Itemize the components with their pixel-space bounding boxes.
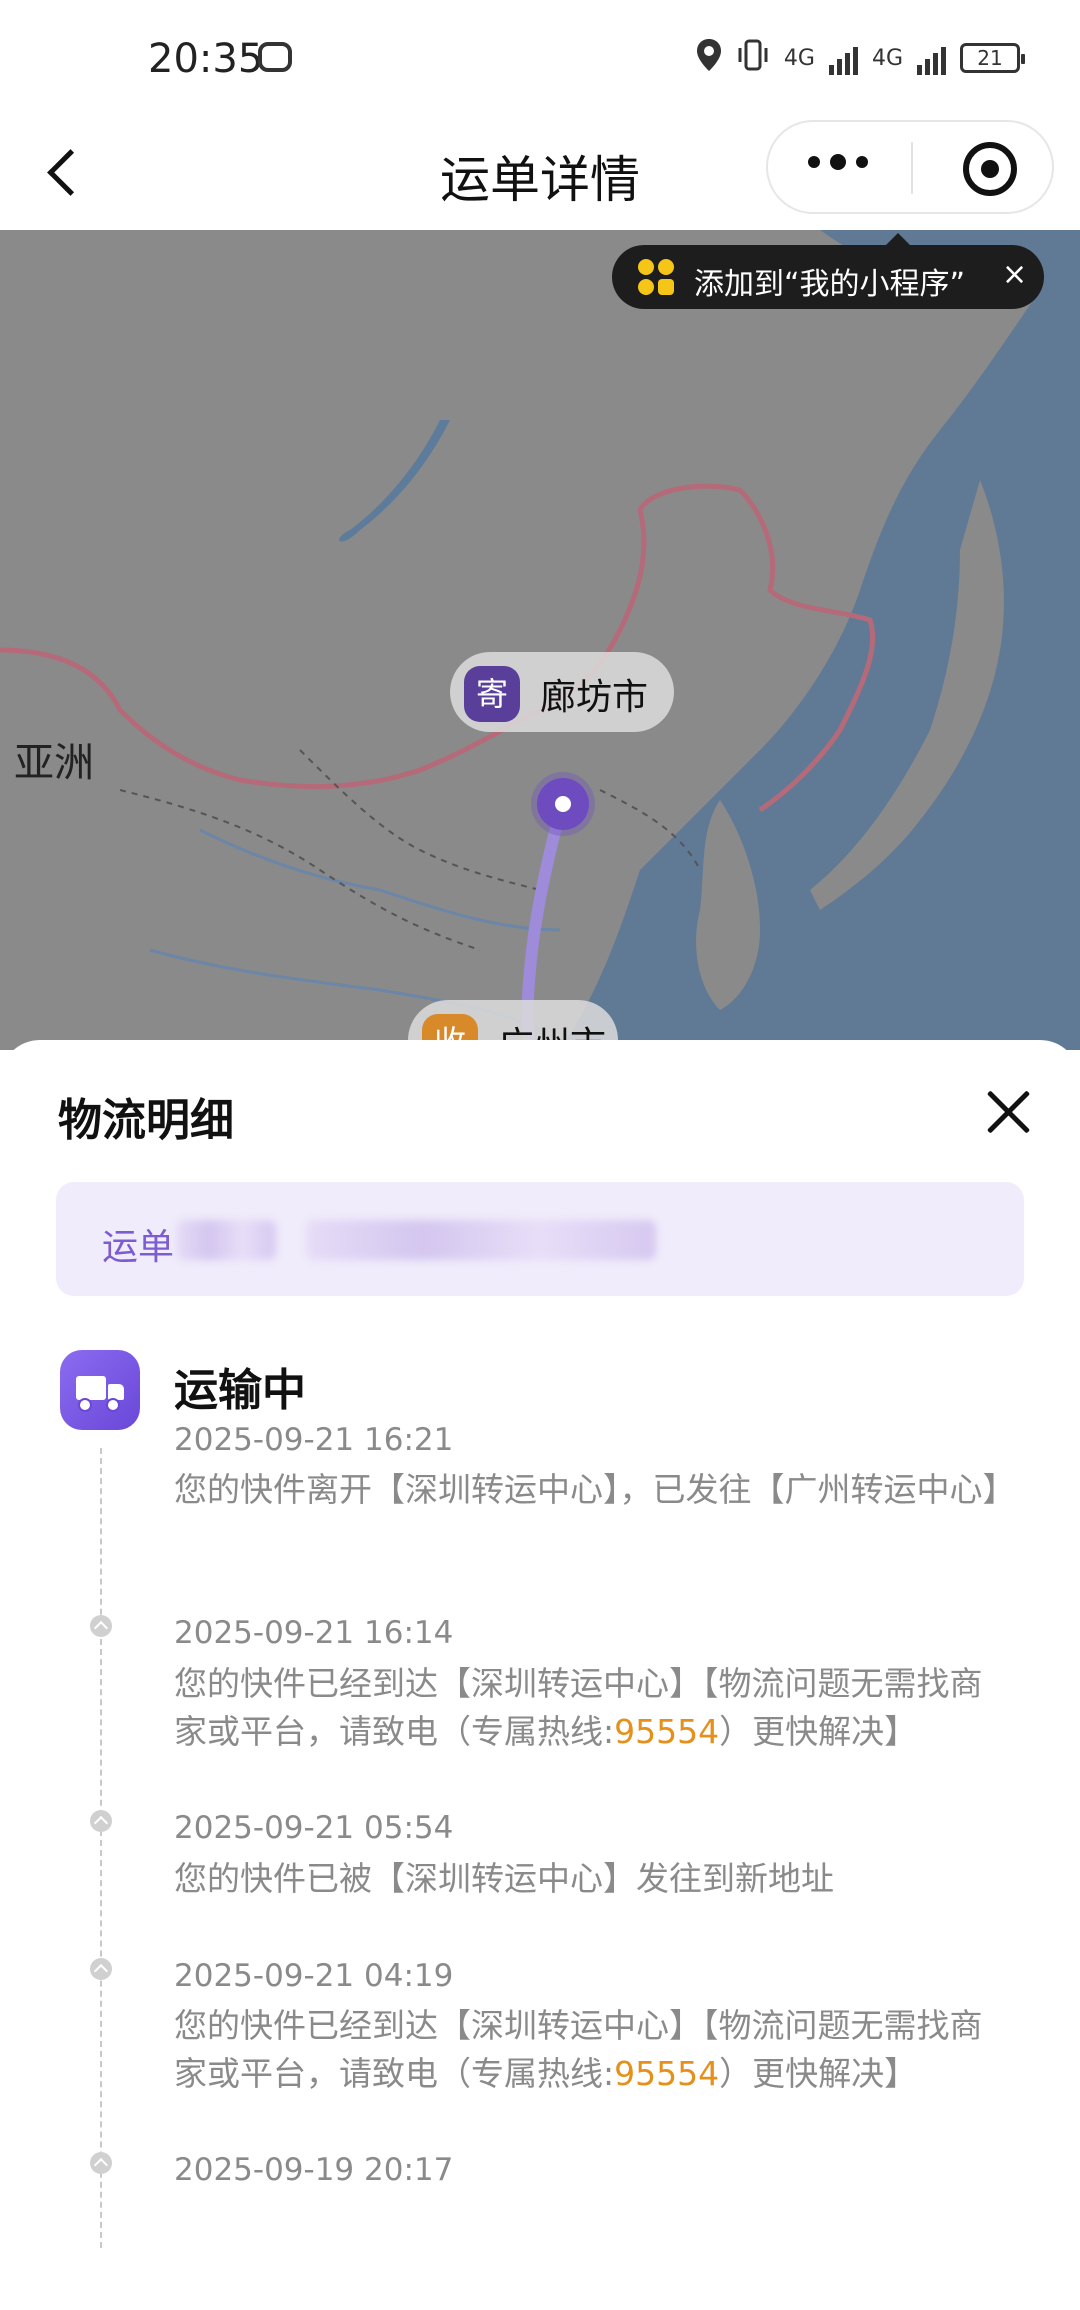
event-text: 您的快件已被【深圳转运中心】发往到新地址 — [174, 1859, 834, 1898]
tooltip-text: 添加到“我的小程序” — [694, 267, 966, 302]
shipment-status: 运输中 — [174, 1365, 306, 1416]
mini-program-icon — [638, 259, 676, 297]
timeline-line — [100, 1448, 102, 2248]
signal-icon — [917, 41, 946, 75]
location-icon — [696, 38, 722, 78]
timeline-dot — [90, 2152, 112, 2174]
tooltip-close-icon[interactable]: × — [1002, 257, 1027, 292]
timeline-dot — [90, 1615, 112, 1637]
event-text: 您的快件已经到达【深圳转运中心】【物流问题无需找商家或平台，请致电（专属热线:9… — [174, 1660, 1014, 1756]
timeline-dot — [90, 1810, 112, 1832]
more-button[interactable] — [808, 154, 868, 170]
status-icons: 4G 4G 21 — [696, 38, 1025, 78]
logistics-sheet: 物流明细 运单 运输中 2025-09-21 16:21 您的快件离开【深圳转运… — [0, 1040, 1080, 2310]
waybill-number-box[interactable]: 运单 — [56, 1182, 1024, 1296]
hotline-number[interactable]: 95554 — [614, 1712, 719, 1751]
close-program-button[interactable] — [963, 142, 1017, 196]
event-text: 您的快件离开【深圳转运中心】，已发往【广州转运中心】 — [174, 1470, 1016, 1509]
status-time: 20:35 — [148, 36, 264, 82]
sender-badge: 寄 — [464, 666, 520, 722]
event-time: 2025-09-19 20:17 — [174, 2152, 454, 2188]
nav-bar: 运单详情 — [0, 120, 1080, 230]
waybill-label: 运单 — [102, 1227, 175, 1268]
battery-icon: 21 — [960, 43, 1025, 73]
vibrate-icon — [736, 38, 770, 78]
signal-icon — [828, 41, 858, 75]
add-to-my-programs-tooltip[interactable]: 添加到“我的小程序” × — [612, 233, 1044, 309]
status-bar: 20:35 4G 4G 21 — [0, 0, 1080, 120]
mini-program-capsule — [766, 120, 1054, 214]
timeline-dot — [90, 1958, 112, 1980]
event-text: 您的快件已经到达【深圳转运中心】【物流问题无需找商家或平台，请致电（专属热线:9… — [174, 2002, 1014, 2098]
current-location-dot — [537, 778, 589, 830]
close-icon[interactable] — [980, 1084, 1036, 1140]
map-region-label: 亚洲 — [14, 740, 94, 786]
event-time: 2025-09-21 16:21 — [174, 1422, 454, 1458]
tooltip-arrow — [886, 233, 910, 245]
event-time: 2025-09-21 04:19 — [174, 1958, 454, 1994]
sender-city: 廊坊市 — [540, 677, 649, 718]
capsule-divider — [911, 142, 913, 194]
sheet-title: 物流明细 — [58, 1095, 234, 1146]
map-graphic — [0, 230, 1080, 1050]
event-text-part: ）更快解决】 — [719, 1712, 918, 1751]
network-label-1: 4G — [783, 45, 815, 71]
event-time: 2025-09-21 05:54 — [174, 1810, 454, 1846]
event-text-part: ）更快解决】 — [719, 2054, 918, 2093]
redacted-waybill-number — [306, 1220, 656, 1260]
network-label-2: 4G — [871, 45, 903, 71]
truck-icon — [60, 1350, 140, 1430]
bot-icon — [258, 42, 292, 72]
map-view[interactable]: 亚洲 — [0, 230, 1080, 1050]
event-time: 2025-09-21 16:14 — [174, 1615, 454, 1651]
hotline-number[interactable]: 95554 — [614, 2054, 719, 2093]
sender-marker[interactable]: 寄 廊坊市 — [450, 652, 674, 732]
redacted-waybill-number — [176, 1220, 276, 1260]
